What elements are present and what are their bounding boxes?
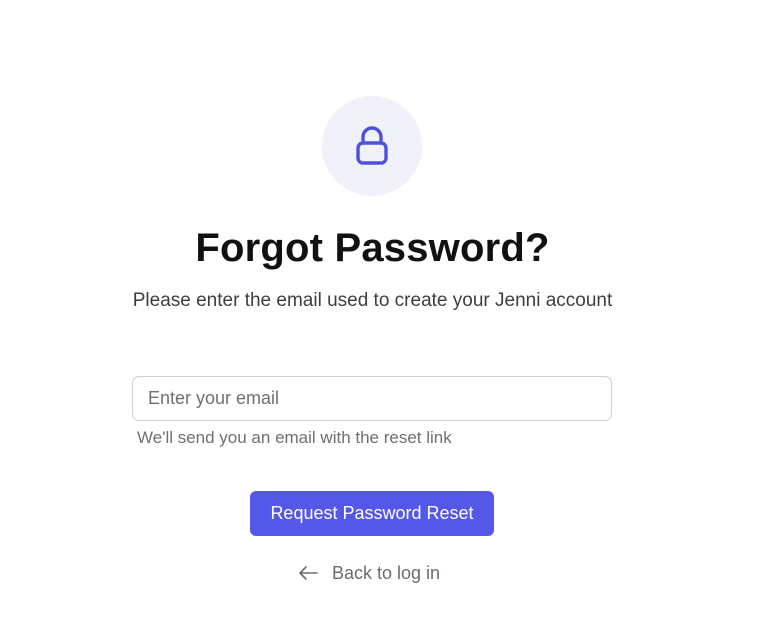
lock-icon-badge xyxy=(322,96,422,196)
arrow-left-icon xyxy=(298,565,318,581)
email-input[interactable] xyxy=(132,376,612,421)
email-helper-text: We'll send you an email with the reset l… xyxy=(137,428,452,447)
forgot-password-page: Forgot Password? Please enter the email … xyxy=(0,0,781,632)
request-password-reset-button[interactable]: Request Password Reset xyxy=(250,491,494,536)
back-to-login-link[interactable]: Back to log in xyxy=(298,560,440,586)
page-subtitle: Please enter the email used to create yo… xyxy=(132,290,613,311)
page-title: Forgot Password? xyxy=(195,226,550,270)
back-to-login-label: Back to log in xyxy=(332,562,441,583)
lock-icon xyxy=(355,125,389,167)
